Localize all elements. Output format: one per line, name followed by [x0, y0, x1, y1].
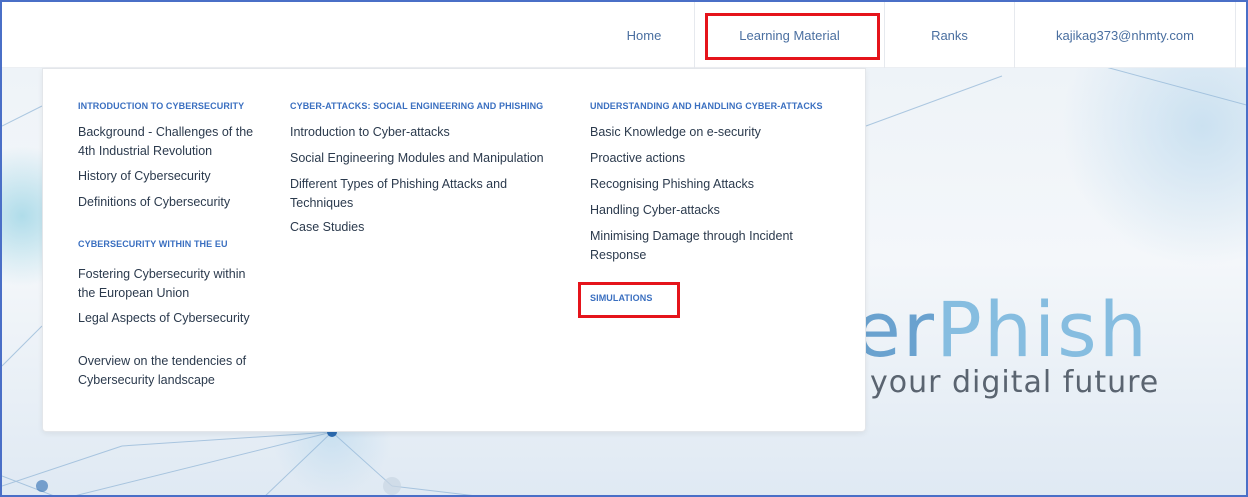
browser-frame: erPhish your digital future Home Learnin… [0, 0, 1248, 497]
brand-text-part2: Phish [936, 285, 1149, 374]
nav-learning-material[interactable]: Learning Material [694, 2, 884, 68]
section-title-handling-cyber-attacks: UNDERSTANDING AND HANDLING CYBER-ATTACKS [590, 101, 823, 111]
menu-link-definitions[interactable]: Definitions of Cybersecurity [78, 193, 258, 212]
menu-link-simulations[interactable]: SIMULATIONS [590, 293, 652, 303]
menu-link-social-engineering[interactable]: Social Engineering Modules and Manipulat… [290, 149, 560, 168]
menu-link-history[interactable]: History of Cybersecurity [78, 167, 258, 186]
menu-link-overview[interactable]: Overview on the tendencies of Cybersecur… [78, 352, 263, 390]
section-title-intro-cybersecurity: INTRODUCTION TO CYBERSECURITY [78, 101, 245, 111]
nav-home[interactable]: Home [594, 2, 694, 68]
brand-text-part1: er [854, 285, 937, 374]
menu-link-intro-cyber-attacks[interactable]: Introduction to Cyber-attacks [290, 123, 560, 142]
nav-ranks[interactable]: Ranks [884, 2, 1014, 68]
menu-link-background[interactable]: Background - Challenges of the 4th Indus… [78, 123, 258, 161]
menu-link-case-studies[interactable]: Case Studies [290, 218, 530, 237]
learning-material-dropdown: INTRODUCTION TO CYBERSECURITY Background… [42, 68, 866, 432]
section-title-cybersecurity-eu: CYBERSECURITY WITHIN THE EU [78, 239, 228, 249]
menu-link-proactive-actions[interactable]: Proactive actions [590, 149, 850, 168]
menu-link-minimising-damage[interactable]: Minimising Damage through Incident Respo… [590, 227, 820, 265]
menu-link-basic-knowledge[interactable]: Basic Knowledge on e-security [590, 123, 850, 142]
section-title-cyber-attacks: CYBER-ATTACKS: SOCIAL ENGINEERING AND PH… [290, 101, 544, 111]
brand-logo-text: erPhish [854, 292, 1149, 368]
menu-link-fostering[interactable]: Fostering Cybersecurity within the Europ… [78, 265, 263, 303]
menu-link-legal-aspects[interactable]: Legal Aspects of Cybersecurity [78, 309, 258, 328]
menu-link-handling-cyber-attacks[interactable]: Handling Cyber-attacks [590, 201, 850, 220]
menu-link-recognising-phishing[interactable]: Recognising Phishing Attacks [590, 175, 850, 194]
menu-link-phishing-types[interactable]: Different Types of Phishing Attacks and … [290, 175, 530, 213]
nav-user-account[interactable]: kajikag373@nhmty.com [1014, 2, 1236, 68]
top-navigation: Home Learning Material Ranks kajikag373@… [2, 2, 1246, 68]
hero-tagline: your digital future [870, 365, 1160, 400]
